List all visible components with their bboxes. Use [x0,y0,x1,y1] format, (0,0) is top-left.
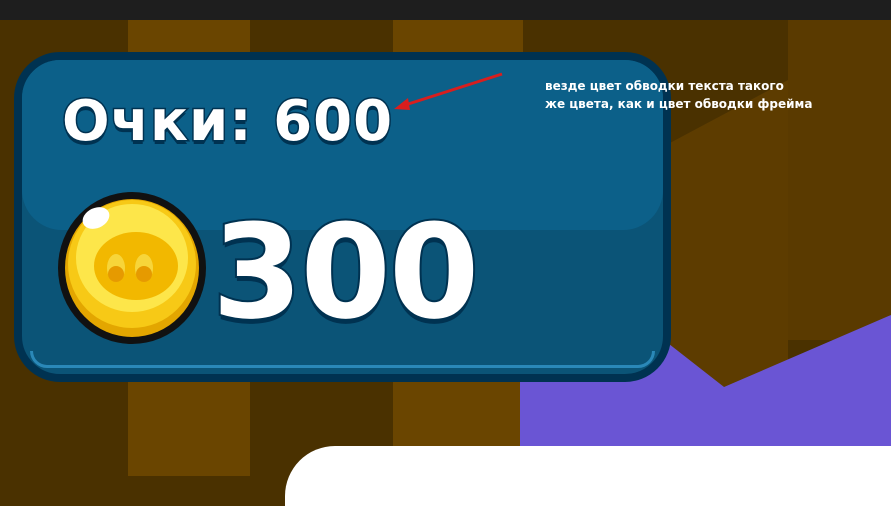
score-label: Очки: 600 [60,88,394,155]
annotation-line-2: же цвета, как и цвет обводки фрейма [545,97,813,111]
pig-coin-icon [56,188,208,344]
background-block [788,20,891,340]
annotation-line-1: везде цвет обводки текста такого [545,79,784,93]
frame-inner-border [30,351,655,368]
top-bar [0,0,891,20]
white-panel [285,446,891,506]
coin-count: 300 [210,196,481,348]
annotation-arrow [394,72,503,110]
annotation-note: везде цвет обводки текста такого же цвет… [545,77,835,113]
background-block [668,80,788,400]
